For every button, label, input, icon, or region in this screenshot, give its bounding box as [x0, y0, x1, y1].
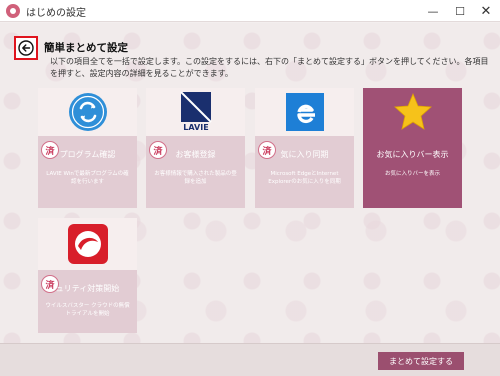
footer-bar: まとめて設定する [0, 343, 500, 376]
card-program-check[interactable]: 済 プログラム確認 LAVIE Winで最新プログラムの確認を行います [38, 88, 137, 208]
card-subtext: お気に入りバーを表示 [384, 171, 440, 177]
sync-circle-icon [68, 93, 107, 131]
card-subtext: LAVIE Winで最新プログラムの確認を行います [46, 171, 129, 185]
edge-browser-icon [285, 93, 324, 131]
card-customer-registration[interactable]: LAVIE 済 お客様登録 お客様情報で購入された製品の登録を追加 [146, 88, 245, 208]
card-security-start[interactable]: 済 ュリティ対策開始 ウイルスバスター クラウドの無償トライアルを開始 [38, 218, 137, 333]
trend-micro-icon [67, 224, 108, 264]
app-icon [6, 4, 20, 18]
card-subtext: お客様情報で購入された製品の登録を追加 [154, 171, 237, 185]
back-button[interactable] [14, 36, 38, 60]
card-label: お気に入りバー表示 [376, 150, 449, 159]
card-label: 気に入り同期 [280, 150, 329, 159]
main-content: 簡単まとめて設定 以下の項目全てを一括で設定します。この設定をするには、右下の「… [0, 23, 500, 343]
apply-all-button[interactable]: まとめて設定する [378, 352, 464, 370]
card-label: ュリティ対策開始 [55, 284, 120, 293]
back-arrow-icon [18, 40, 34, 56]
title-bar: はじめの設定 — ☐ ✕ [0, 0, 500, 22]
star-icon [393, 93, 432, 130]
card-favorites-sync[interactable]: 済 気に入り同期 Microsoft EdgeとInternet Explore… [255, 88, 354, 208]
page-title: 簡単まとめて設定 [44, 42, 128, 54]
card-subtext: ウイルスバスター クラウドの無償トライアルを開始 [45, 303, 130, 317]
card-label: プログラム確認 [59, 150, 116, 159]
lavie-logo-icon: LAVIE [179, 92, 212, 132]
card-subtext: Microsoft EdgeとInternet Explorerのお気に入りを同… [268, 171, 341, 185]
svg-text:LAVIE: LAVIE [183, 123, 208, 132]
minimize-button[interactable]: — [420, 0, 446, 22]
description-text: 以下の項目全てを一括で設定します。この設定をするには、右下の「まとめて設定する」… [50, 57, 489, 78]
maximize-button[interactable]: ☐ [447, 0, 473, 22]
window-title: はじめの設定 [26, 8, 86, 19]
close-button[interactable]: ✕ [473, 0, 499, 22]
card-favorites-bar[interactable]: お気に入りバー表示 お気に入りバーを表示 [363, 88, 462, 208]
card-label: お客様登録 [175, 150, 216, 159]
